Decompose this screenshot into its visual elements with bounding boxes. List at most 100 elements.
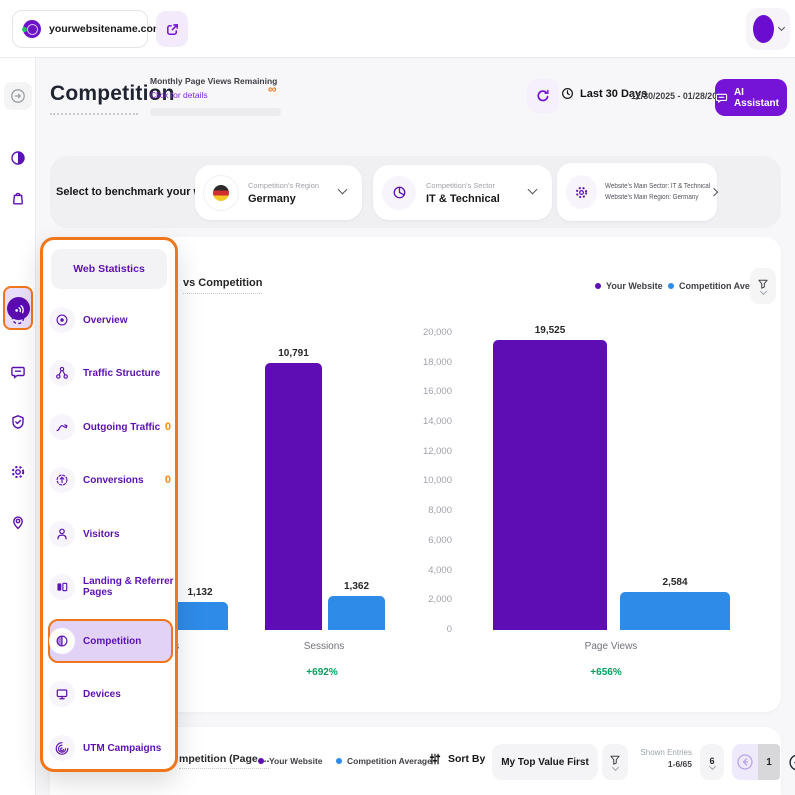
- y-axis-tick: 10,000: [372, 475, 452, 487]
- menu-item-visitors[interactable]: Visitors: [49, 514, 175, 554]
- group-change-pageviews: +656%: [590, 667, 621, 678]
- open-website-button[interactable]: [156, 11, 188, 47]
- visitors-icon: [49, 521, 75, 547]
- y-axis-tick: 20,000: [372, 327, 452, 339]
- menu-item-competition[interactable]: Competition: [49, 621, 175, 661]
- bar-value: 19,525: [535, 325, 566, 336]
- website-main-region: Website's Main Region: Germany: [605, 194, 699, 201]
- legend-your-website: Your Website: [595, 281, 663, 291]
- bar-value: 1,362: [344, 581, 369, 592]
- website-main-sector: Website's Main Sector: IT & Technical: [605, 183, 699, 190]
- y-axis-tick: 12,000: [372, 446, 452, 458]
- date-range: 12/30/2025 - 01/28/2026: [631, 91, 727, 101]
- shown-entries-label: Shown Entries: [630, 748, 692, 757]
- page-title-underline: [50, 113, 138, 115]
- germany-flag-icon: [204, 176, 238, 210]
- competition-icon: [49, 628, 75, 654]
- gear-icon: [10, 464, 26, 480]
- page-views-progress-bar: [150, 108, 281, 116]
- bar-value: 2,584: [662, 577, 687, 588]
- devices-icon: [49, 681, 75, 707]
- sliders-icon: [428, 752, 442, 766]
- blue-dot-icon: [668, 283, 674, 289]
- menu-header: Web Statistics: [51, 249, 167, 289]
- y-axis-tick: 18,000: [372, 357, 452, 369]
- entries-filter-button[interactable]: [602, 744, 628, 780]
- ai-assistant-button[interactable]: AI Assistant: [715, 79, 787, 116]
- unlimited-quota-badge: ∞: [268, 82, 277, 96]
- sector-dropdown-value: IT & Technical: [426, 193, 500, 205]
- sort-by-control[interactable]: Sort By: [428, 752, 485, 766]
- chevron-right-icon: [710, 188, 718, 196]
- sidebar-item-store[interactable]: [4, 184, 32, 212]
- benchmark-bar: Select to benchmark your website: Compet…: [50, 156, 781, 228]
- icon-sidebar: [0, 58, 36, 795]
- sidebar-item-security[interactable]: [4, 408, 32, 436]
- sidebar-item-location[interactable]: [4, 508, 32, 536]
- current-page[interactable]: 1: [758, 744, 780, 780]
- purple-dot-icon: [258, 758, 264, 764]
- person-pin-icon: [10, 514, 26, 530]
- page-size-selector[interactable]: 6: [700, 744, 724, 780]
- landing-referrer-icon: [49, 574, 75, 600]
- legend-label: Your Website: [269, 756, 323, 766]
- sidebar-item-settings[interactable]: [4, 458, 32, 486]
- menu-item-landing-referrer-pages[interactable]: Landing & Referrer Pages: [49, 567, 175, 607]
- legend-competition-average: Competition Average: [336, 756, 432, 766]
- collapse-sidebar-button[interactable]: [4, 82, 32, 110]
- site-favicon-icon: [23, 20, 41, 38]
- sidebar-item-dashboard[interactable]: [4, 144, 32, 172]
- menu-item-conversions[interactable]: Conversions 0: [49, 460, 175, 500]
- menu-item-devices[interactable]: Devices: [49, 674, 175, 714]
- ai-assistant-label: AI Assistant: [734, 87, 787, 109]
- menu-item-utm-campaigns[interactable]: UTM Campaigns: [49, 728, 175, 768]
- shown-entries-value: 1-6/65: [630, 759, 692, 769]
- menu-item-outgoing-traffic[interactable]: Outgoing Traffic 0: [49, 407, 175, 447]
- group-label-pageviews: Page Views: [585, 641, 638, 652]
- competition-region-dropdown[interactable]: Competition's Region Germany: [195, 165, 362, 220]
- sector-dropdown-label: Competition's Sector: [426, 181, 500, 190]
- y-axis-tick: 6,000: [372, 535, 452, 547]
- pagination: 1: [732, 744, 795, 780]
- menu-item-overview[interactable]: Overview: [49, 300, 175, 340]
- sort-by-label: Sort By: [448, 753, 485, 765]
- bar-pageviews-competition: 2,584: [620, 592, 730, 630]
- website-name: yourwebsitename.com: [49, 23, 162, 35]
- bar-value: 10,791: [278, 348, 309, 359]
- sidebar-item-feedback[interactable]: [4, 358, 32, 386]
- external-link-icon: [165, 22, 180, 37]
- next-page-button[interactable]: [788, 753, 795, 772]
- traffic-structure-icon: [49, 360, 75, 386]
- click-for-details-link[interactable]: Click for details: [150, 90, 208, 100]
- web-statistics-menu: Web Statistics Overview Traffic Structur…: [40, 237, 178, 772]
- refresh-icon: [535, 88, 551, 104]
- bar-value: 1,132: [187, 587, 212, 598]
- collapse-sidebar-icon: [10, 88, 26, 104]
- sector-pie-icon: [382, 176, 416, 210]
- arrow-right-circle-icon: [788, 753, 795, 772]
- y-axis-ticks: 20,00018,00016,00014,00012,00010,0008,00…: [372, 327, 452, 636]
- website-selector[interactable]: yourwebsitename.com: [12, 10, 148, 48]
- clock-icon: [561, 87, 574, 100]
- shown-entries: Shown Entries 1-6/65: [630, 748, 692, 769]
- sort-value-dropdown[interactable]: My Top Value First: [492, 744, 598, 780]
- purple-dot-icon: [595, 283, 601, 289]
- y-axis-tick: 14,000: [372, 416, 452, 428]
- bar-visitors-competition: 1,132: [172, 602, 228, 630]
- chart-title: vs Competition: [183, 277, 262, 294]
- chart-filter-button[interactable]: [750, 268, 776, 304]
- shield-check-icon: [10, 414, 26, 430]
- sidebar-item-tracking[interactable]: [4, 304, 32, 332]
- gear-icon: [566, 175, 597, 209]
- conversions-badge: 0: [165, 474, 171, 486]
- website-main-settings-card[interactable]: Website's Main Sector: IT & Technical We…: [557, 163, 717, 221]
- previous-page-button[interactable]: [732, 744, 758, 780]
- competition-sector-dropdown[interactable]: Competition's Sector IT & Technical: [373, 165, 552, 220]
- target-scan-icon: [10, 310, 26, 326]
- bar-pageviews-your-website: 19,525: [493, 340, 607, 630]
- user-menu[interactable]: [746, 8, 790, 50]
- refresh-button[interactable]: [527, 79, 559, 113]
- menu-item-traffic-structure[interactable]: Traffic Structure: [49, 353, 175, 393]
- blue-dot-icon: [336, 758, 342, 764]
- conversions-icon: [49, 467, 75, 493]
